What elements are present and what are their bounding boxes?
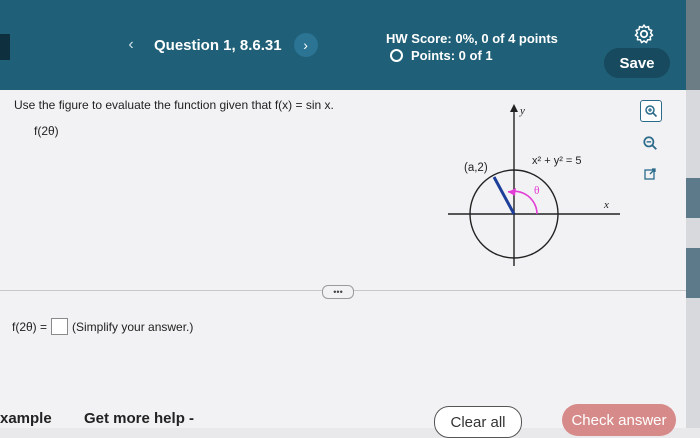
hw-score: HW Score: 0%, 0 of 4 points: [386, 31, 558, 46]
problem-statement: Use the figure to evaluate the function …: [14, 98, 334, 112]
top-bar: ‹ Question 1, 8.6.31 › HW Score: 0%, 0 o…: [0, 0, 700, 90]
problem-expression: f(2θ): [34, 124, 59, 138]
y-axis-arrow-icon: [510, 104, 518, 112]
chevron-right-icon: ›: [303, 37, 308, 53]
answer-prefix: f(2θ) =: [12, 319, 48, 334]
right-edge-panel: [686, 0, 700, 428]
external-link-icon: [644, 168, 656, 180]
next-question-button[interactable]: ›: [293, 33, 318, 57]
points-text: Points: 0 of 1: [411, 48, 493, 63]
get-more-help-link[interactable]: Get more help -: [84, 410, 194, 427]
previous-question-button[interactable]: ‹: [118, 32, 144, 58]
ellipsis-icon: •••: [333, 287, 343, 297]
theta-label: θ: [534, 185, 540, 197]
expand-collapse-handle[interactable]: •••: [322, 285, 354, 299]
x-axis-label: x: [603, 199, 609, 211]
chevron-left-icon: ‹: [128, 36, 134, 53]
score-panel: HW Score: 0%, 0 of 4 points Points: 0 of…: [386, 31, 558, 63]
points-circle-icon: [390, 49, 403, 62]
figure-tools: [640, 100, 662, 195]
point-label: (a,2): [464, 162, 488, 174]
open-in-window-button[interactable]: [640, 164, 660, 184]
save-button[interactable]: Save: [604, 48, 670, 78]
angle-arc-arrow-icon: [508, 188, 516, 196]
y-axis-label: y: [519, 105, 525, 117]
check-answer-button[interactable]: Check answer: [562, 404, 676, 436]
answer-hint: (Simplify your answer.): [72, 319, 194, 334]
right-edge-tab-middle: [686, 178, 700, 218]
gear-icon: [634, 24, 654, 44]
settings-button[interactable]: [632, 22, 656, 46]
unit-circle-figure: y x (a,2) x² + y² = 5 θ: [448, 104, 620, 266]
clear-all-button[interactable]: Clear all: [434, 406, 522, 438]
zoom-out-icon: [643, 136, 657, 150]
question-navigation: ‹ Question 1, 8.6.31 ›: [118, 30, 328, 60]
answer-input[interactable]: [51, 318, 69, 335]
circle-equation: x² + y² = 5: [532, 155, 582, 167]
zoom-in-button[interactable]: [640, 100, 662, 122]
radius-segment: [492, 176, 516, 215]
left-edge-tab: [0, 34, 10, 60]
right-edge-tab-top: [686, 0, 700, 90]
zoom-out-button[interactable]: [640, 133, 660, 153]
answer-row: f(2θ) = (Simplify your answer.): [12, 318, 193, 335]
right-edge-tab-lower: [686, 248, 700, 298]
view-example-link[interactable]: xample: [0, 410, 52, 427]
question-title: Question 1, 8.6.31: [154, 36, 282, 54]
zoom-in-icon: [645, 105, 658, 118]
